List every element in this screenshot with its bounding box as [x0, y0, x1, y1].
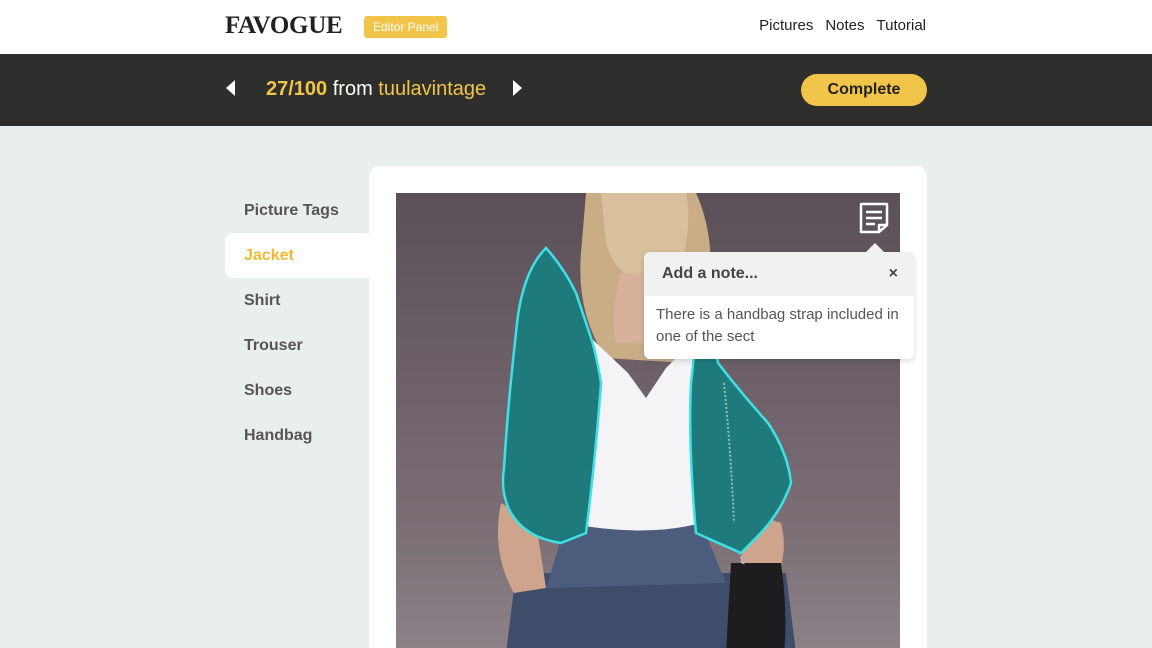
note-icon[interactable] [857, 201, 891, 235]
from-label: from [332, 78, 373, 100]
tag-jacket[interactable]: Jacket [225, 233, 370, 278]
top-header: FAVOGUE Editor Panel Pictures Notes Tuto… [0, 0, 1152, 54]
tag-shoes[interactable]: Shoes [225, 368, 370, 413]
complete-button[interactable]: Complete [801, 74, 927, 106]
add-note-popup: Add a note... × There is a handbag strap… [644, 243, 914, 359]
logo[interactable]: FAVOGUE [225, 12, 343, 40]
picture-card [369, 166, 927, 648]
editor-panel-badge: Editor Panel [364, 16, 448, 38]
note-textarea[interactable]: There is a handbag strap included in one… [656, 304, 906, 354]
nav-tutorial[interactable]: Tutorial [877, 17, 926, 34]
close-icon[interactable]: × [889, 265, 898, 283]
picture-count: 27/100 [266, 78, 328, 100]
note-header: Add a note... × [644, 252, 914, 296]
tag-shirt[interactable]: Shirt [225, 278, 370, 323]
nav-notes[interactable]: Notes [825, 17, 864, 34]
next-arrow-icon[interactable] [513, 80, 522, 96]
tag-trouser[interactable]: Trouser [225, 323, 370, 368]
picture-tags-heading: Picture Tags [244, 202, 339, 219]
picture-tags-list: Picture Tags Jacket Shirt Trouser Shoes … [225, 188, 370, 458]
tag-handbag[interactable]: Handbag [225, 413, 370, 458]
source-link[interactable]: tuulavintage [378, 78, 486, 100]
main-nav: Pictures Notes Tutorial [759, 17, 926, 34]
picture-counter: 27/100 from tuulavintage [266, 78, 486, 101]
previous-arrow-icon[interactable] [226, 80, 235, 96]
nav-pictures[interactable]: Pictures [759, 17, 813, 34]
picture-toolbar: 27/100 from tuulavintage Complete [0, 54, 1152, 126]
note-title: Add a note... [662, 265, 758, 282]
